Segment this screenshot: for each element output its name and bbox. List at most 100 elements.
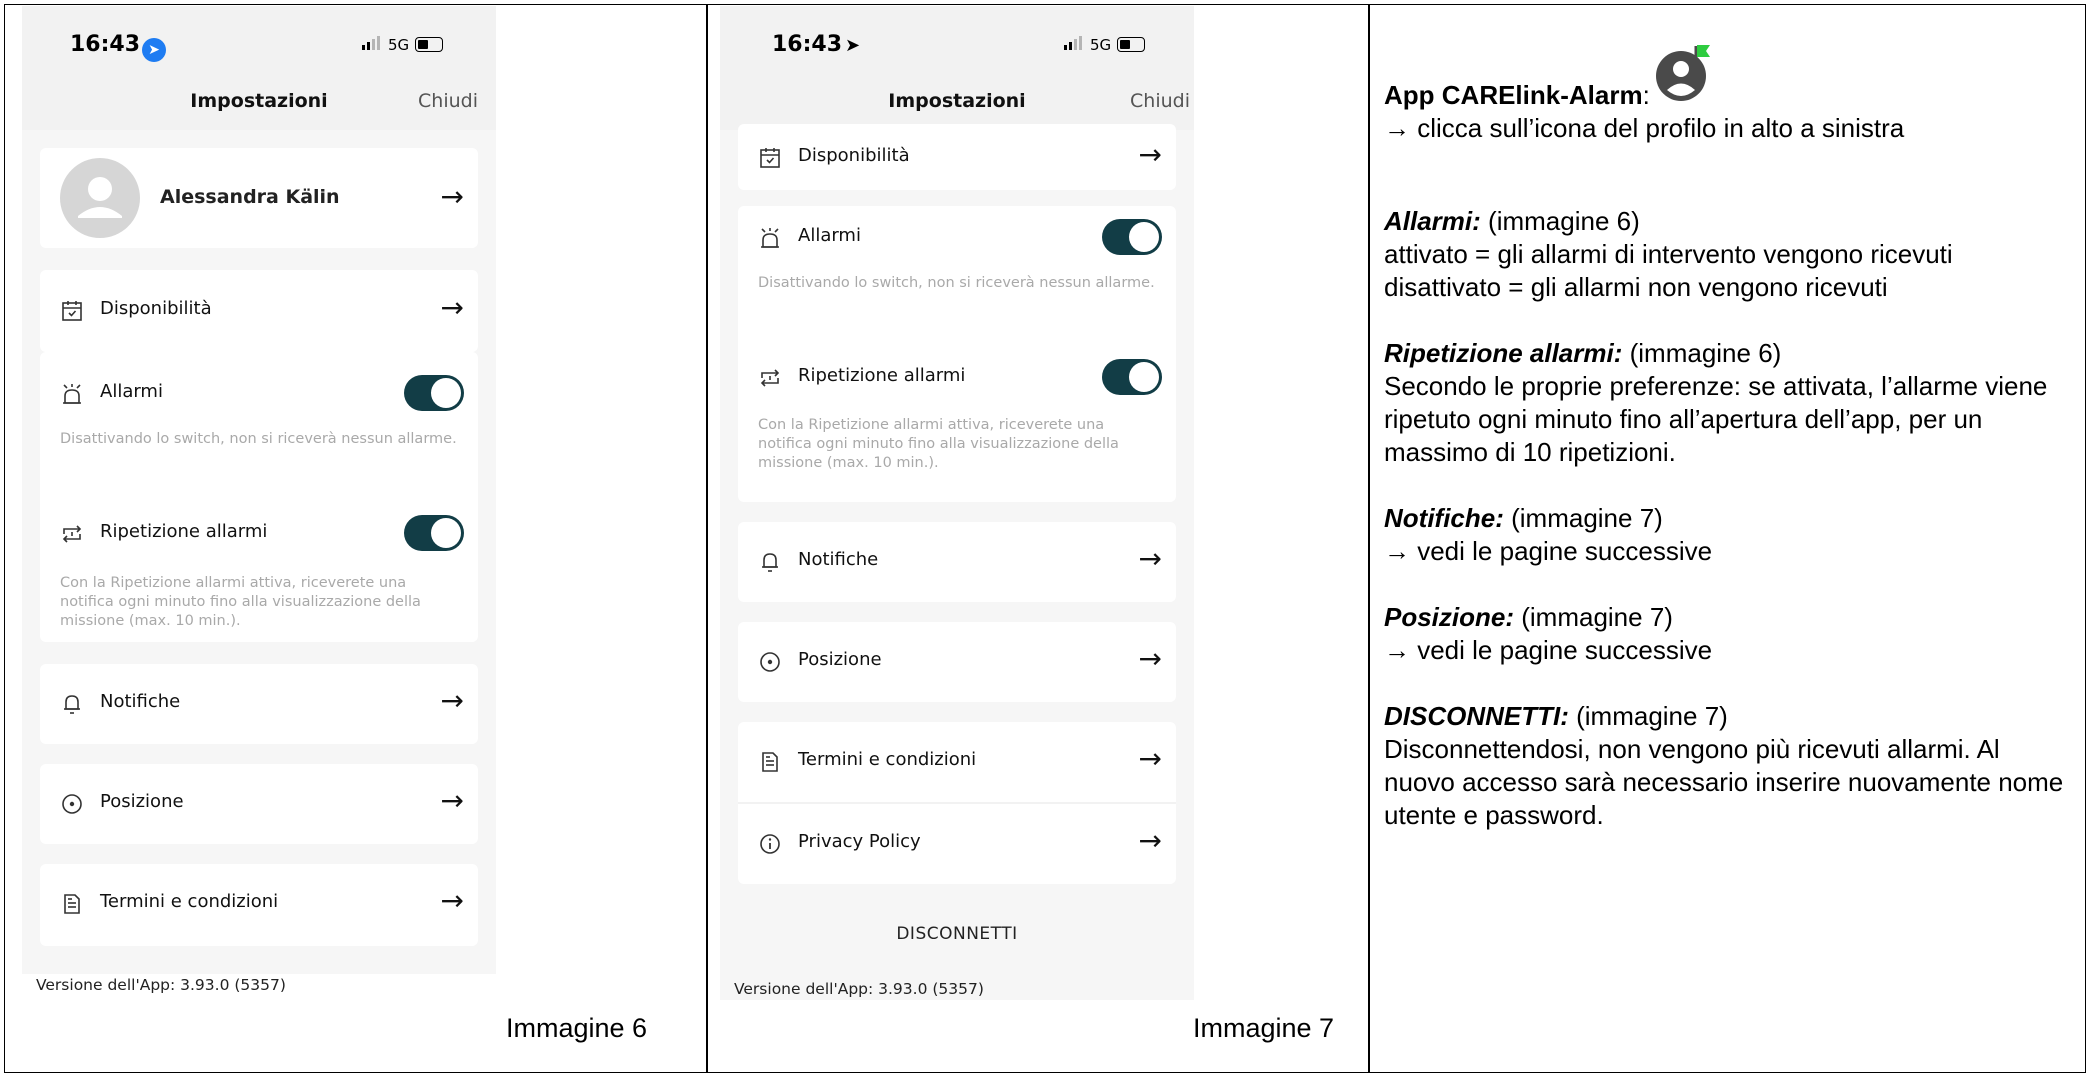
- arrow-right-icon: →: [1138, 642, 1162, 675]
- terms-label: Termini e condizioni: [100, 891, 279, 912]
- arrow-right-icon: →: [440, 884, 464, 917]
- profile-card[interactable]: Alessandra Kälin →: [40, 148, 478, 248]
- terms-label: Termini e condizioni: [798, 749, 977, 770]
- status-bar: 16:43 ➤ 5G: [22, 6, 496, 80]
- legal-card: Termini e condizioni → Privacy Policy →: [738, 722, 1176, 884]
- app-version: Versione dell'App: 3.93.0 (5357): [36, 976, 286, 994]
- avatar: [60, 158, 140, 238]
- battery-icon: [415, 37, 444, 52]
- phone-screenshot-7: 16:43 ➤ 5G Impostazioni Chiudi Disponibil…: [720, 6, 1194, 1000]
- column-divider-1: [706, 4, 708, 1073]
- alarm-bell-icon: [761, 228, 779, 248]
- bell-icon: [64, 695, 80, 714]
- position-label: Posizione: [798, 649, 882, 670]
- close-button[interactable]: Chiudi: [1130, 90, 1190, 112]
- alarms-toggle[interactable]: [1102, 219, 1162, 255]
- notifications-card[interactable]: Notifiche →: [40, 664, 478, 744]
- position-text: → vedi le pagine successive: [1384, 635, 1713, 665]
- profile-name: Alessandra Kälin: [160, 186, 340, 208]
- availability-label: Disponibilità: [100, 298, 212, 319]
- settings-list: Disponibilità → Allarmi Disattivando lo …: [720, 124, 1194, 1000]
- nav-bar: Impostazioni Chiudi: [720, 80, 1194, 130]
- caption-image-7: Immagine 7: [1193, 1013, 1335, 1043]
- column-divider-2: [1368, 4, 1370, 1073]
- repeat-title: Ripetizione allarmi:: [1384, 338, 1623, 368]
- position-label: Posizione: [100, 791, 184, 812]
- terms-row[interactable]: Termini e condizioni →: [738, 732, 1176, 792]
- caption-image-6: Immagine 6: [506, 1013, 648, 1043]
- network-label: 5G: [388, 36, 410, 54]
- settings-list: Alessandra Kälin → Disponibilità → Allar…: [22, 130, 496, 1000]
- document-icon: [762, 752, 778, 772]
- status-time: 16:43: [70, 32, 141, 57]
- disconnect-button[interactable]: DISCONNETTI: [720, 924, 1194, 944]
- arrow-right-icon: →: [440, 684, 464, 717]
- position-card[interactable]: Posizione →: [40, 764, 478, 844]
- alarm-settings-card: Allarmi Disattivando lo switch, non si r…: [40, 352, 478, 642]
- availability-card[interactable]: Disponibilità →: [738, 124, 1176, 190]
- notifications-title: Notifiche:: [1384, 503, 1504, 533]
- signal-icon: [362, 36, 382, 54]
- alarms-label: Allarmi: [798, 225, 861, 246]
- arrow-right-icon: →: [1138, 138, 1162, 171]
- arrow-right-icon: →: [440, 180, 464, 213]
- privacy-label: Privacy Policy: [798, 831, 921, 852]
- document-icon: [64, 894, 80, 914]
- bell-icon: [762, 553, 778, 572]
- arrow-right-icon: →: [440, 784, 464, 817]
- repeat-toggle[interactable]: [404, 515, 464, 551]
- repeat-icon: [62, 525, 82, 543]
- repeat-icon: [760, 369, 780, 387]
- network-label: 5G: [1090, 36, 1112, 54]
- repeat-hint: Con la Ripetizione allarmi attiva, ricev…: [758, 417, 1119, 471]
- alarms-hint: Disattivando lo switch, non si riceverà …: [758, 275, 1155, 291]
- terms-card[interactable]: Termini e condizioni →: [40, 864, 478, 946]
- arrow-right-icon: →: [440, 291, 464, 324]
- arrow-right-icon: →: [1138, 742, 1162, 775]
- alarms-hint: Disattivando lo switch, non si riceverà …: [60, 431, 457, 447]
- signal-icon: [1064, 36, 1084, 54]
- profile-icon: [1655, 45, 1710, 110]
- location-arrow-icon: ➤: [845, 35, 861, 56]
- app-instruction: → clicca sull’icona del profilo in alto …: [1384, 113, 1905, 143]
- disconnect-text: Disconnettendosi, non vengono più ricevu…: [1384, 734, 2064, 830]
- alarm-settings-card: Allarmi Disattivando lo switch, non si r…: [738, 206, 1176, 502]
- arrow-right-icon: →: [1138, 542, 1162, 575]
- repeat-toggle[interactable]: [1102, 359, 1162, 395]
- notifications-label: Notifiche: [798, 549, 879, 570]
- calendar-icon: [760, 148, 780, 168]
- app-heading: App CARElink-Alarm:: [1384, 45, 2074, 112]
- location-pin-icon: [62, 794, 82, 814]
- notifications-label: Notifiche: [100, 691, 181, 712]
- alarms-off-text: disattivato = gli allarmi non vengono ri…: [1384, 272, 1888, 302]
- instructions-panel: App CARElink-Alarm: → clicca sull’icona …: [1384, 45, 2074, 832]
- status-bar: 16:43 ➤ 5G: [720, 6, 1194, 80]
- repeat-label: Ripetizione allarmi: [100, 521, 268, 542]
- alarms-toggle[interactable]: [404, 375, 464, 411]
- alarms-label: Allarmi: [100, 381, 163, 402]
- info-icon: [760, 834, 780, 854]
- arrow-right-icon: →: [1138, 824, 1162, 857]
- phone-screenshot-6: 16:43 ➤ 5G Impostazioni Chiudi Alessandra…: [22, 6, 496, 1000]
- battery-icon: [1117, 37, 1146, 52]
- close-button[interactable]: Chiudi: [418, 90, 478, 112]
- app-version: Versione dell'App: 3.93.0 (5357): [734, 980, 984, 998]
- disconnect-title: DISCONNETTI:: [1384, 701, 1569, 731]
- nav-bar: Impostazioni Chiudi: [22, 80, 496, 130]
- location-icon: ➤: [142, 38, 167, 62]
- privacy-row[interactable]: Privacy Policy →: [738, 814, 1176, 874]
- nav-title: Impostazioni: [888, 90, 1026, 112]
- position-title: Posizione:: [1384, 602, 1515, 632]
- availability-card[interactable]: Disponibilità →: [40, 270, 478, 352]
- calendar-icon: [62, 301, 82, 321]
- position-card[interactable]: Posizione →: [738, 622, 1176, 702]
- repeat-label: Ripetizione allarmi: [798, 365, 966, 386]
- alarms-on-text: attivato = gli allarmi di intervento ven…: [1384, 239, 1953, 269]
- app-name: App CARElink-Alarm: [1384, 80, 1643, 110]
- repeat-text: Secondo le proprie preferenze: se attiva…: [1384, 371, 2048, 467]
- notifications-card[interactable]: Notifiche →: [738, 522, 1176, 602]
- alarm-bell-icon: [63, 384, 81, 404]
- status-time: 16:43: [772, 32, 843, 57]
- notifications-text: → vedi le pagine successive: [1384, 536, 1713, 566]
- repeat-hint: Con la Ripetizione allarmi attiva, ricev…: [60, 575, 421, 629]
